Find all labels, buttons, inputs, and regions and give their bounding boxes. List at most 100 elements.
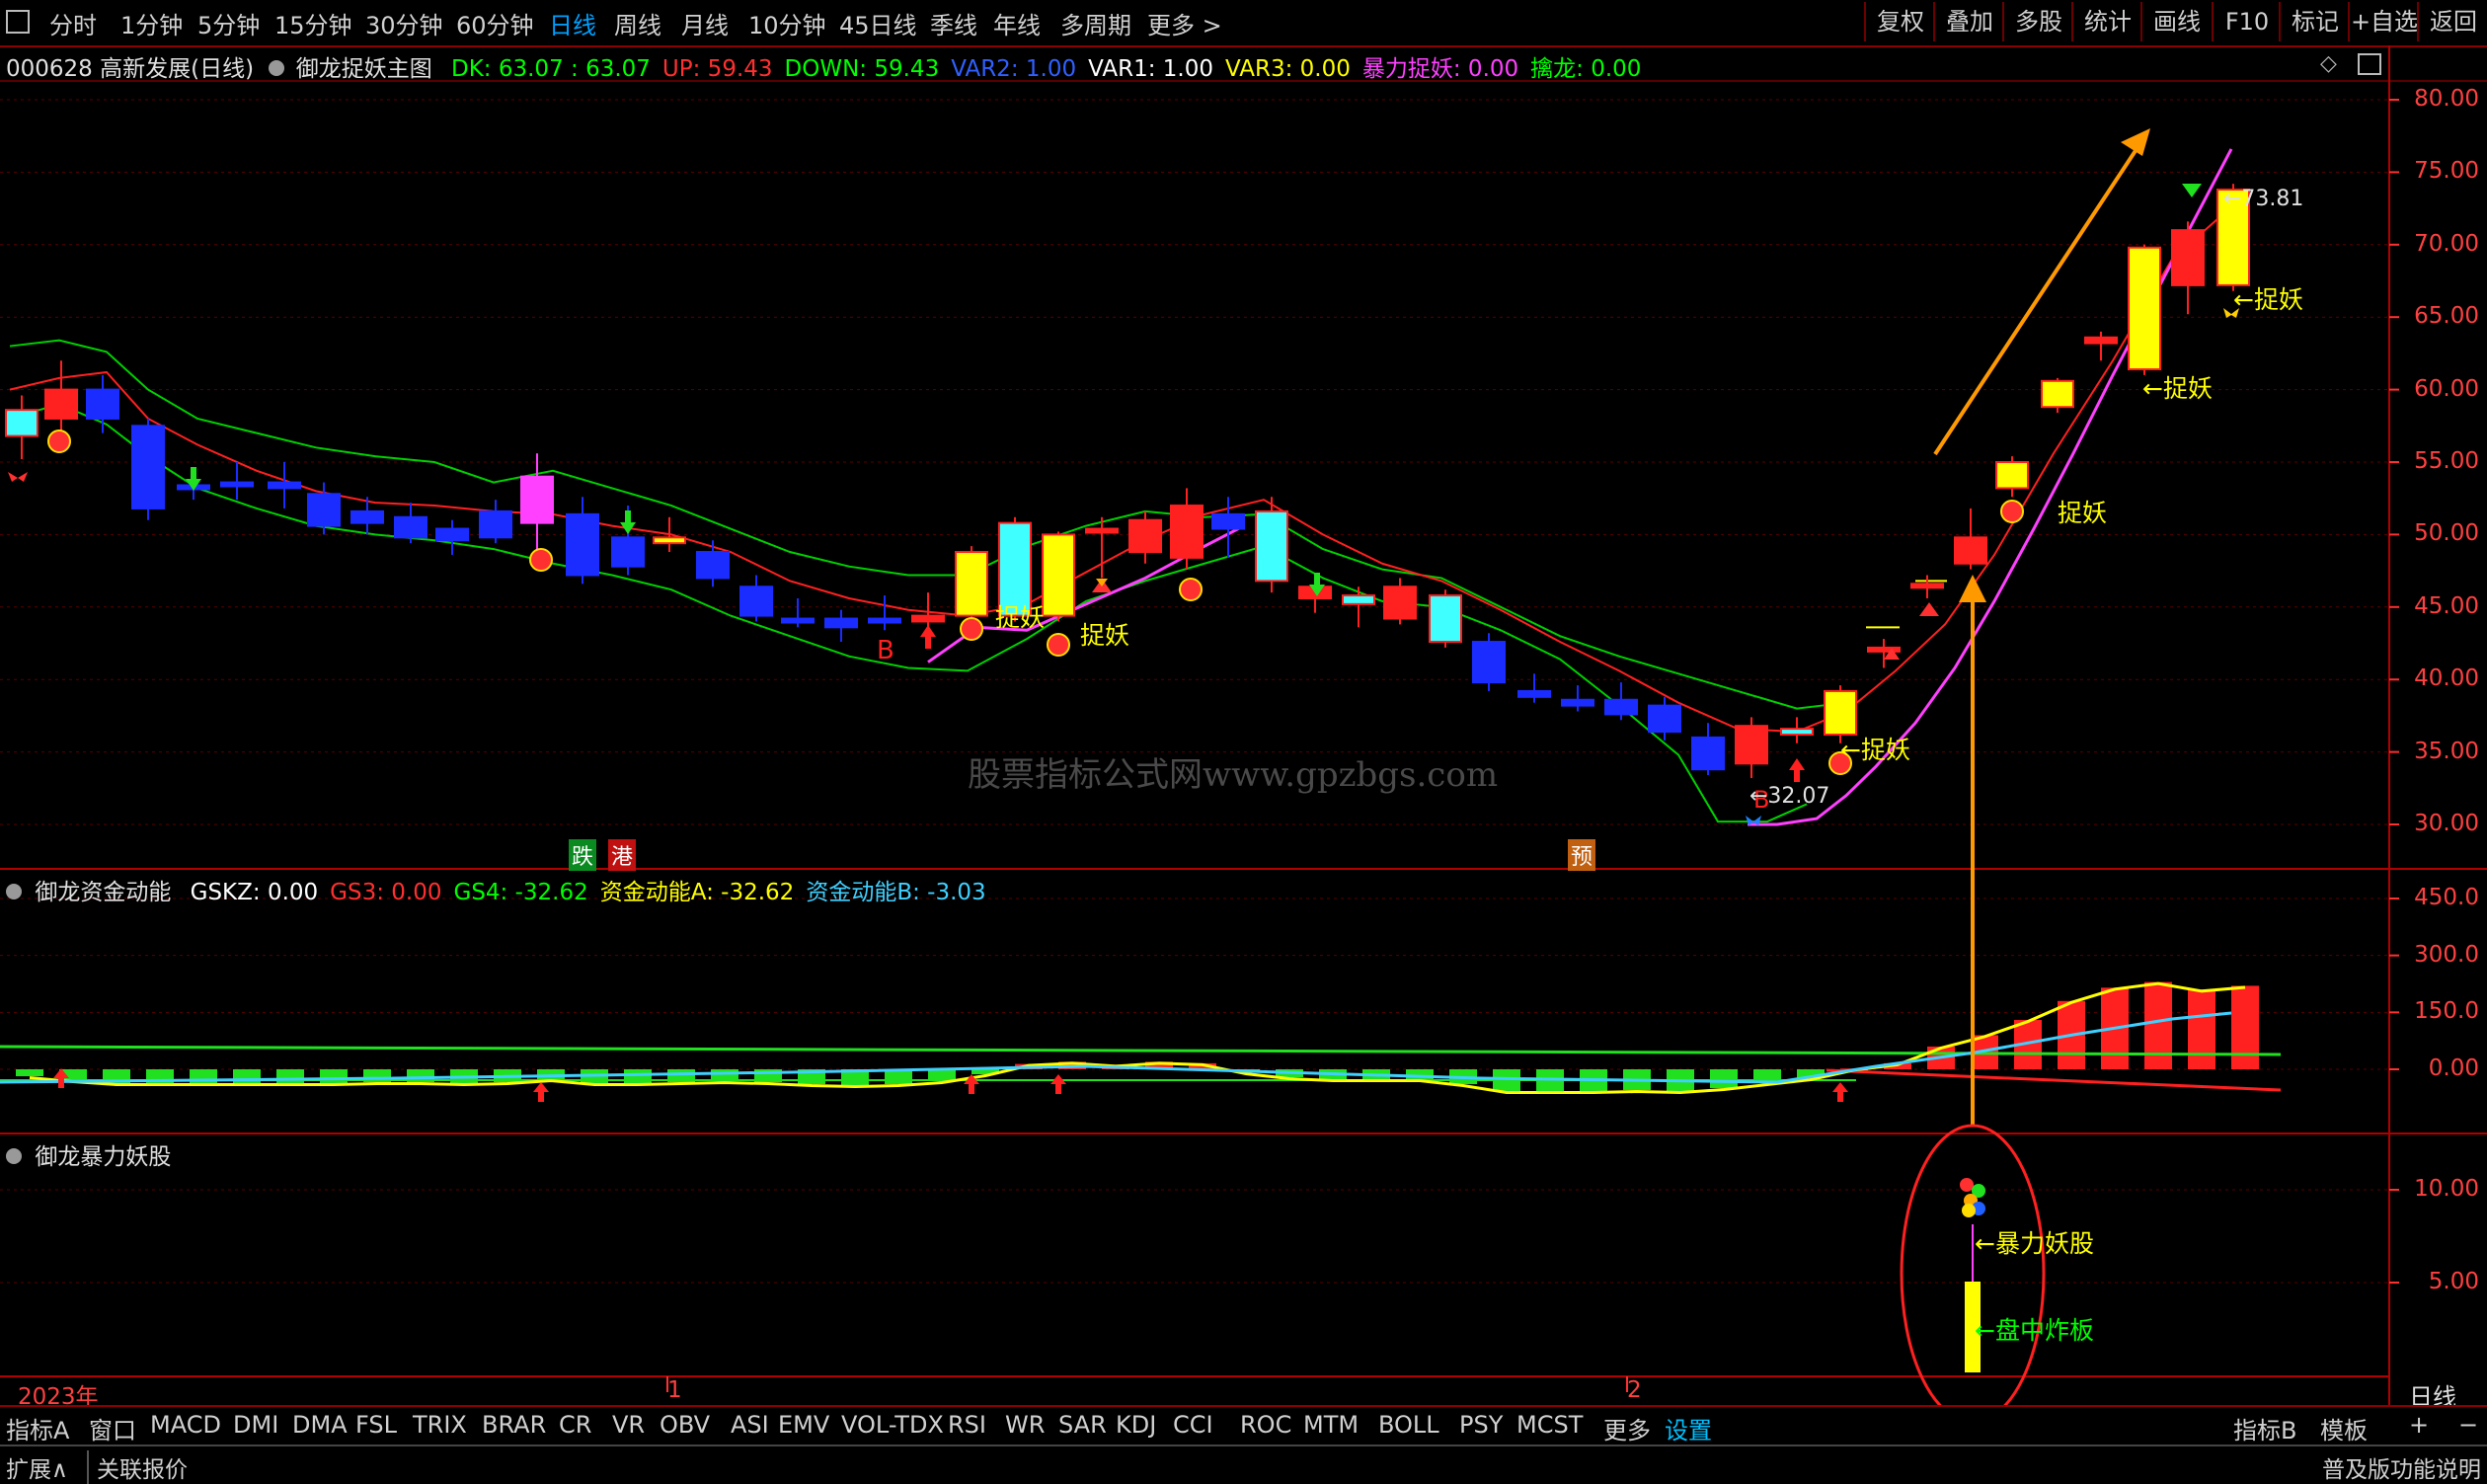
indicator-tab-15[interactable]: WR: [1005, 1411, 1045, 1439]
tool-button-2[interactable]: 多股: [2002, 2, 2073, 41]
candle-body: [1085, 527, 1119, 534]
indicator-tab-16[interactable]: SAR: [1058, 1411, 1107, 1439]
indicator-tab-14[interactable]: RSI: [948, 1411, 986, 1439]
low-price-label: ←32.07: [1749, 784, 1830, 809]
sub2-indicator-name[interactable]: 御龙暴力妖股: [35, 1144, 171, 1170]
candle-body: [566, 512, 599, 577]
indicator-tab-19[interactable]: ROC: [1240, 1411, 1291, 1439]
axis-tick-label: 35.00: [2414, 738, 2479, 764]
candle-body: [611, 536, 645, 568]
main-value-3: VAR2: 1.00: [951, 56, 1077, 82]
candle-body: [1824, 689, 1857, 736]
indicator-tab-11[interactable]: ASI: [731, 1411, 769, 1439]
indicator-tab-2[interactable]: MACD: [150, 1411, 221, 1439]
tool-button-5[interactable]: F10: [2212, 2, 2281, 41]
tool-button-1[interactable]: 叠加: [1933, 2, 2004, 41]
period-toolbar: 分时 1分钟 5分钟 15分钟 30分钟 60分钟 日线 周线 月线 10分钟 45日线 季线 年线 多周…: [0, 0, 2487, 47]
indicator-tab-7[interactable]: BRAR: [482, 1411, 546, 1439]
period-tab-1[interactable]: 1分钟: [120, 6, 183, 40]
tool-button-4[interactable]: 画线: [2140, 2, 2212, 41]
tool-button-7[interactable]: +自选: [2348, 2, 2419, 41]
indicator-tab-bar: 指标A 窗口 MACD DMI DMA FSL TRIX BRAR CR VR OBV ASI EMV V…: [0, 1405, 2487, 1446]
tool-button-3[interactable]: 统计: [2071, 2, 2142, 41]
candle-body: [435, 527, 469, 542]
period-tab-11[interactable]: 季线: [930, 6, 977, 40]
period-tab-7[interactable]: 周线: [614, 6, 661, 40]
tool-button-8[interactable]: 返回: [2417, 2, 2487, 41]
sub2-pane-header: 御龙暴力妖股: [6, 1137, 171, 1171]
layout-icon[interactable]: [2358, 53, 2381, 75]
period-tab-0[interactable]: 分时: [49, 6, 97, 40]
candle-body: [1342, 594, 1375, 605]
high-price-label: ←73.81: [2223, 187, 2304, 211]
tool-button-6[interactable]: 标记: [2279, 2, 2350, 41]
window-menu-icon[interactable]: [6, 10, 30, 34]
toggle-panel-icon[interactable]: ◇: [2320, 51, 2337, 76]
period-tab-9[interactable]: 10分钟: [748, 6, 826, 40]
axis-tick-label: 450.0: [2414, 885, 2479, 910]
period-tab-14[interactable]: 更多 >: [1147, 6, 1222, 40]
indicator-dot-icon[interactable]: [6, 1148, 22, 1164]
indicator-tab-1[interactable]: 窗口: [89, 1411, 136, 1445]
indicator-tab-20[interactable]: MTM: [1303, 1411, 1359, 1439]
period-tab-10[interactable]: 45日线: [839, 6, 917, 40]
bottom-right-button-0[interactable]: 指标B: [2233, 1411, 2296, 1445]
expand-button[interactable]: 扩展∧: [6, 1450, 68, 1484]
indicator-tab-9[interactable]: VR: [612, 1411, 645, 1439]
indicator-tab-3[interactable]: DMI: [233, 1411, 278, 1439]
candle-body: [220, 481, 254, 488]
momentum-bar: [2144, 981, 2172, 1069]
indicator-tab-25[interactable]: 设置: [1665, 1411, 1712, 1445]
candle-body: [2041, 379, 2074, 409]
bottom-right-button-2[interactable]: +: [2409, 1411, 2429, 1439]
axis-tick-label: 80.00: [2414, 86, 2479, 112]
ma-line: [9, 205, 2232, 734]
period-tab-13[interactable]: 多周期: [1060, 6, 1131, 40]
candle-body: [1255, 509, 1288, 583]
axis-tick-label: 65.00: [2414, 303, 2479, 330]
indicator-tab-13[interactable]: VOL-TDX: [841, 1411, 944, 1439]
indicator-tab-8[interactable]: CR: [559, 1411, 591, 1439]
indicator-tab-22[interactable]: PSY: [1459, 1411, 1503, 1439]
period-tab-5[interactable]: 60分钟: [456, 6, 534, 40]
candle-body: [1211, 512, 1245, 530]
sub1-indicator-name[interactable]: 御龙资金动能: [35, 880, 171, 905]
indicator-tab-24[interactable]: 更多: [1603, 1411, 1651, 1445]
related-quote-button[interactable]: 关联报价: [87, 1450, 188, 1484]
indicator-tab-10[interactable]: OBV: [660, 1411, 710, 1439]
axis-tick-label: 0.00: [2428, 1055, 2479, 1081]
period-tab-2[interactable]: 5分钟: [197, 6, 260, 40]
tool-button-0[interactable]: 复权: [1864, 2, 1935, 41]
period-tab-8[interactable]: 月线: [681, 6, 729, 40]
main-indicator-name[interactable]: 御龙捉妖主图: [296, 56, 432, 82]
indicator-dot-icon[interactable]: [6, 884, 22, 899]
period-tab-4[interactable]: 30分钟: [365, 6, 443, 40]
indicator-tab-5[interactable]: FSL: [355, 1411, 397, 1439]
indicator-tab-0[interactable]: 指标A: [6, 1411, 69, 1445]
main-value-4: VAR1: 1.00: [1088, 56, 1213, 82]
bottom-right-button-3[interactable]: −: [2458, 1411, 2478, 1439]
indicator-tab-6[interactable]: TRIX: [413, 1411, 467, 1439]
indicator-dot-icon[interactable]: [269, 60, 285, 76]
sub1-pane-header: 御龙资金动能 GSKZ: 0.00 GS3: 0.00 GS4: -32.62 资金动…: [6, 873, 986, 906]
candle-body: [520, 475, 554, 524]
indicator-tab-21[interactable]: BOLL: [1378, 1411, 1439, 1439]
indicator-tab-12[interactable]: EMV: [778, 1411, 829, 1439]
candle-body: [739, 586, 773, 617]
period-tab-12[interactable]: 年线: [993, 6, 1041, 40]
stock-title[interactable]: 000628 高新发展(日线): [6, 56, 254, 82]
candle-body: [955, 551, 988, 617]
indicator-tab-4[interactable]: DMA: [292, 1411, 348, 1439]
edition-info-link[interactable]: 普及版功能说明: [2322, 1450, 2481, 1484]
signal-badge-icon: [960, 617, 983, 641]
candle-body: [1691, 736, 1725, 771]
bottom-right-button-1[interactable]: 模板: [2320, 1411, 2368, 1445]
candle-body: [653, 536, 686, 545]
indicator-tab-18[interactable]: CCI: [1173, 1411, 1213, 1439]
indicator-tab-23[interactable]: MCST: [1516, 1411, 1583, 1439]
main-value-6: 暴力捉妖: 0.00: [1361, 56, 1519, 82]
indicator-tab-17[interactable]: KDJ: [1116, 1411, 1156, 1439]
period-tab-6[interactable]: 日线: [549, 6, 596, 40]
period-tab-3[interactable]: 15分钟: [274, 6, 352, 40]
main-value-1: UP: 59.43: [661, 56, 773, 82]
